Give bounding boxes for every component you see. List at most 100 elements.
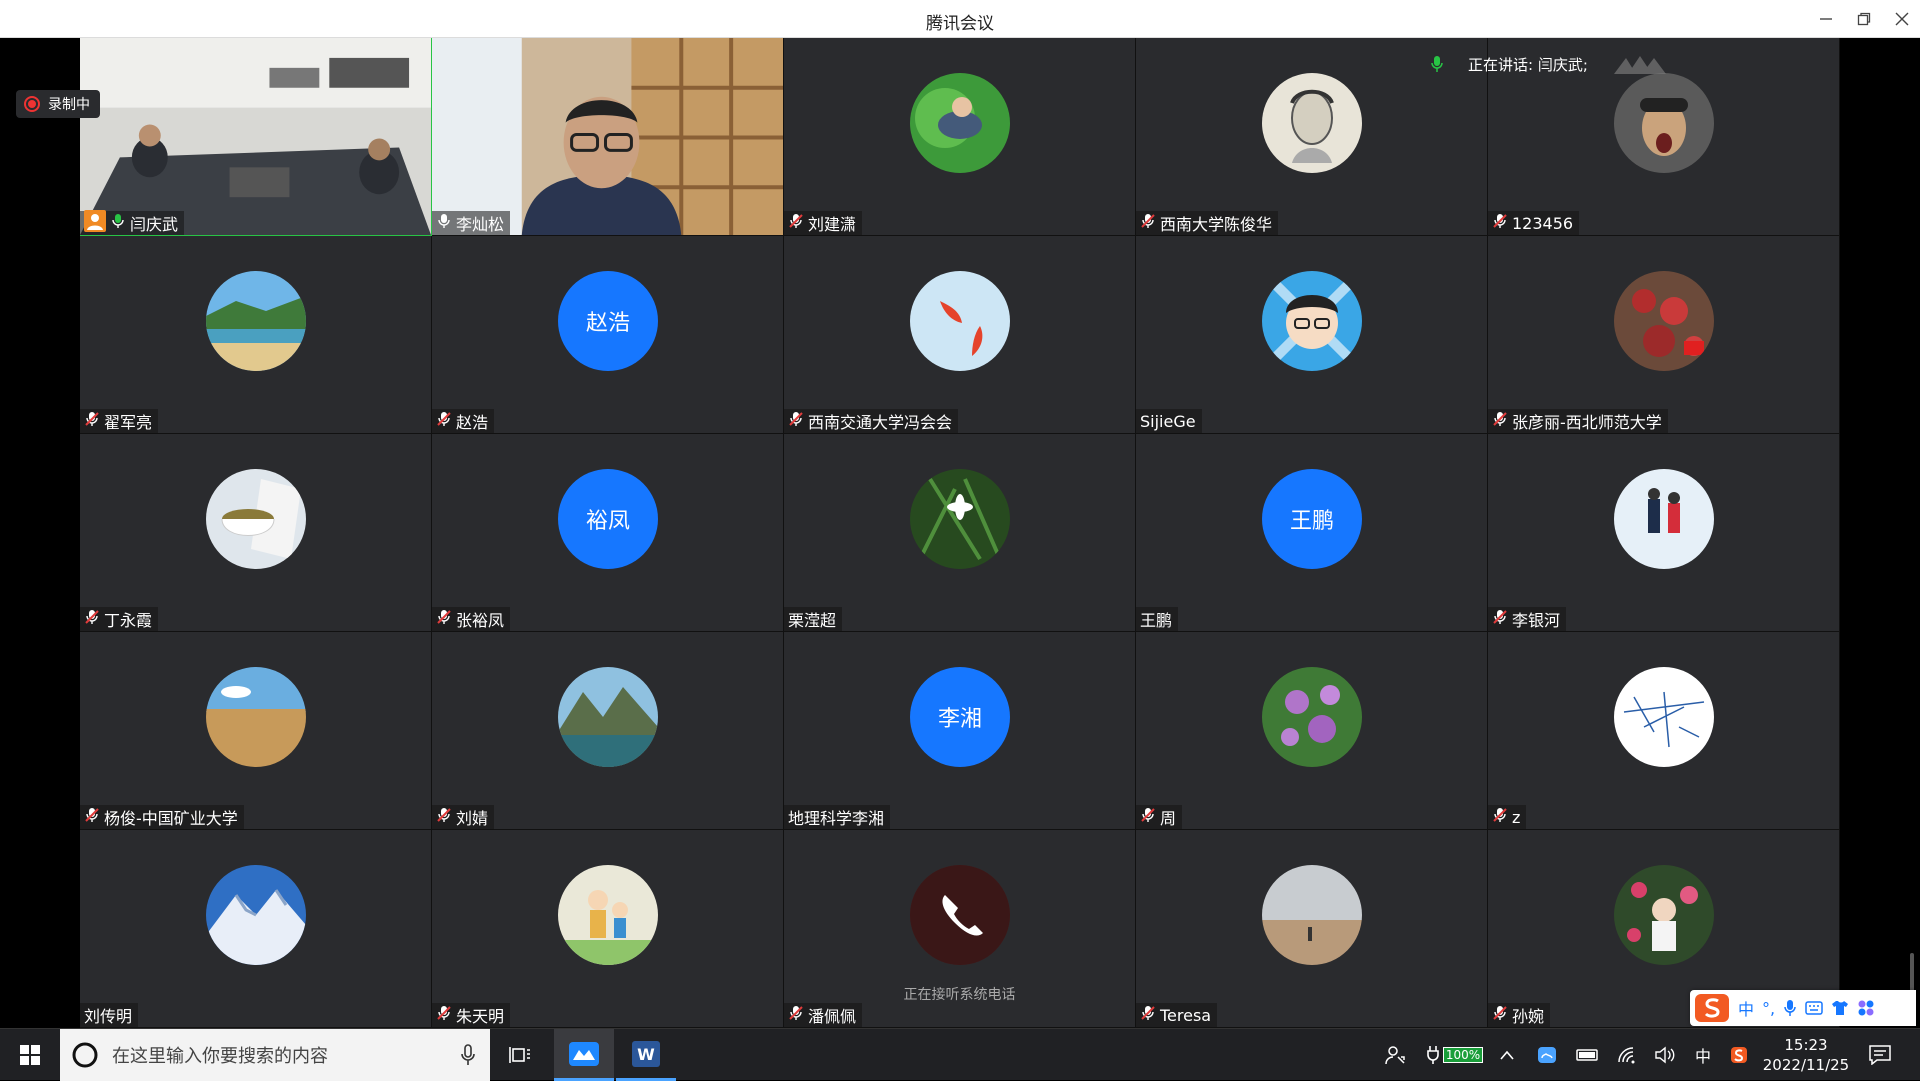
participant-name: 张彦丽-西北师范大学 <box>1512 413 1662 432</box>
participant-namebar: 杨俊-中国矿业大学 <box>80 805 244 829</box>
participant-name: 王鹏 <box>1140 611 1173 630</box>
mic-muted-icon <box>84 411 100 431</box>
participant-namebar: 朱天明 <box>432 1003 511 1027</box>
participant-tile[interactable]: 闫庆武 <box>80 38 432 236</box>
participant-tile[interactable]: 李湘 地理科学李湘 <box>784 632 1136 830</box>
avatar <box>910 469 1010 569</box>
mic-muted-icon <box>1140 807 1156 827</box>
ime-toolbar[interactable]: 中 °, <box>1690 990 1916 1026</box>
participant-namebar: Teresa <box>1136 1003 1218 1027</box>
mic-muted-icon <box>788 213 804 233</box>
restore-button[interactable] <box>1844 6 1884 32</box>
task-view-button[interactable] <box>490 1029 550 1081</box>
participant-tile[interactable]: 李银河 <box>1488 434 1840 632</box>
avatar-initials: 赵浩 <box>558 271 658 371</box>
participant-tile[interactable]: 丁永霞 <box>80 434 432 632</box>
keyboard-icon[interactable] <box>1805 1001 1823 1015</box>
tencent-meeting-icon <box>569 1041 599 1066</box>
participant-tile[interactable]: 赵浩 赵浩 <box>432 236 784 434</box>
participant-name: 赵浩 <box>456 413 489 432</box>
avatar <box>1262 667 1362 767</box>
participant-namebar: 栗滢超 <box>784 607 843 631</box>
avatar <box>206 865 306 965</box>
participant-tile[interactable]: 王鹏 王鹏 <box>1136 434 1488 632</box>
close-button[interactable] <box>1882 6 1920 32</box>
participant-tile[interactable]: 裕凤 张裕凤 <box>432 434 784 632</box>
recording-badge[interactable]: 录制中 <box>16 90 100 118</box>
participant-name: Teresa <box>1160 1005 1212 1025</box>
tray-device-icon[interactable] <box>1574 1029 1600 1081</box>
participant-namebar: 刘建潇 <box>784 211 863 235</box>
participant-name: 刘传明 <box>84 1007 133 1026</box>
participant-namebar: 李灿松 <box>432 211 511 235</box>
mic-muted-icon <box>1140 213 1156 233</box>
minimize-button[interactable] <box>1806 6 1846 32</box>
tencent-meeting-logo-icon <box>1613 56 1666 74</box>
participant-tile[interactable]: 杨俊-中国矿业大学 <box>80 632 432 830</box>
avatar <box>1262 271 1362 371</box>
mic-muted-icon <box>1492 807 1508 827</box>
mic-icon <box>1431 56 1443 72</box>
participant-tile[interactable]: z <box>1488 632 1840 830</box>
people-icon[interactable] <box>1380 1029 1410 1081</box>
participant-tile[interactable]: 翟军亮 <box>80 236 432 434</box>
ime-language-indicator[interactable]: 中 <box>1690 1029 1716 1081</box>
mic-muted-icon <box>788 1005 804 1025</box>
battery-indicator[interactable]: 100% <box>1422 1029 1488 1081</box>
recording-label: 录制中 <box>48 97 90 113</box>
avatar <box>1262 73 1362 173</box>
microphone-icon[interactable] <box>460 1044 476 1066</box>
participant-name: 丁永霞 <box>104 611 153 630</box>
participant-tile[interactable]: SijieGe <box>1136 236 1488 434</box>
notification-icon <box>1869 1045 1891 1065</box>
volume-icon[interactable] <box>1652 1029 1678 1081</box>
start-button[interactable] <box>0 1029 60 1081</box>
task-view-icon <box>509 1047 530 1063</box>
mic-muted-icon <box>84 609 100 629</box>
participant-tile[interactable]: 刘婧 <box>432 632 784 830</box>
participant-name: 周 <box>1160 809 1177 828</box>
participant-tile[interactable]: 正在接听系统电话 潘佩佩 <box>784 830 1136 1028</box>
participant-name: 张裕凤 <box>456 611 505 630</box>
taskbar-clock[interactable]: 15:23 2022/11/25 <box>1756 1035 1856 1075</box>
sogou-tray-icon[interactable] <box>1726 1029 1752 1081</box>
participant-tile[interactable]: 刘建潇 <box>784 38 1136 236</box>
voice-input-icon[interactable] <box>1783 999 1797 1017</box>
mic-muted-icon <box>788 411 804 431</box>
action-center-button[interactable] <box>1862 1029 1898 1081</box>
participant-name: 西南交通大学冯会会 <box>808 413 953 432</box>
minimize-icon <box>1820 18 1832 20</box>
taskbar-app-tencent-meeting[interactable] <box>554 1029 614 1081</box>
participant-tile[interactable]: 栗滢超 <box>784 434 1136 632</box>
punctuation-icon[interactable]: °, <box>1762 999 1775 1018</box>
wifi-icon[interactable] <box>1614 1029 1640 1081</box>
show-hidden-icons-button[interactable] <box>1494 1029 1520 1081</box>
participant-tile[interactable]: Teresa <box>1136 830 1488 1028</box>
ime-lang-label[interactable]: 中 <box>1738 996 1754 1020</box>
participant-tile[interactable]: 西南交通大学冯会会 <box>784 236 1136 434</box>
participant-tile[interactable]: 李灿松 <box>432 38 784 236</box>
call-status-text: 正在接听系统电话 <box>903 987 1016 1003</box>
windows-logo-icon <box>20 1045 40 1065</box>
taskbar-app-word[interactable]: W <box>616 1029 676 1081</box>
tray-app-cloud-icon[interactable] <box>1534 1029 1560 1081</box>
participant-name: 翟军亮 <box>104 413 153 432</box>
participant-tile[interactable]: 张彦丽-西北师范大学 <box>1488 236 1840 434</box>
participant-name: 123456 <box>1512 213 1574 233</box>
mic-muted-icon <box>436 411 452 431</box>
participant-tile[interactable]: 周 <box>1136 632 1488 830</box>
skin-shirt-icon[interactable] <box>1831 1000 1849 1016</box>
taskbar-search-box[interactable]: 在这里输入你要搜索的内容 <box>60 1029 490 1081</box>
video-feed <box>80 38 431 235</box>
participant-tile[interactable]: 朱天明 <box>432 830 784 1028</box>
participant-namebar: 张裕凤 <box>432 607 511 631</box>
avatar-initials: 李湘 <box>910 667 1010 767</box>
participant-name: 李银河 <box>1512 611 1561 630</box>
host-icon <box>84 210 106 235</box>
participant-namebar: 赵浩 <box>432 409 495 433</box>
toolbox-icon[interactable] <box>1857 999 1875 1017</box>
avatar <box>1614 73 1714 173</box>
mic-muted-icon <box>436 609 452 629</box>
avatar <box>1614 865 1714 965</box>
participant-tile[interactable]: 刘传明 <box>80 830 432 1028</box>
